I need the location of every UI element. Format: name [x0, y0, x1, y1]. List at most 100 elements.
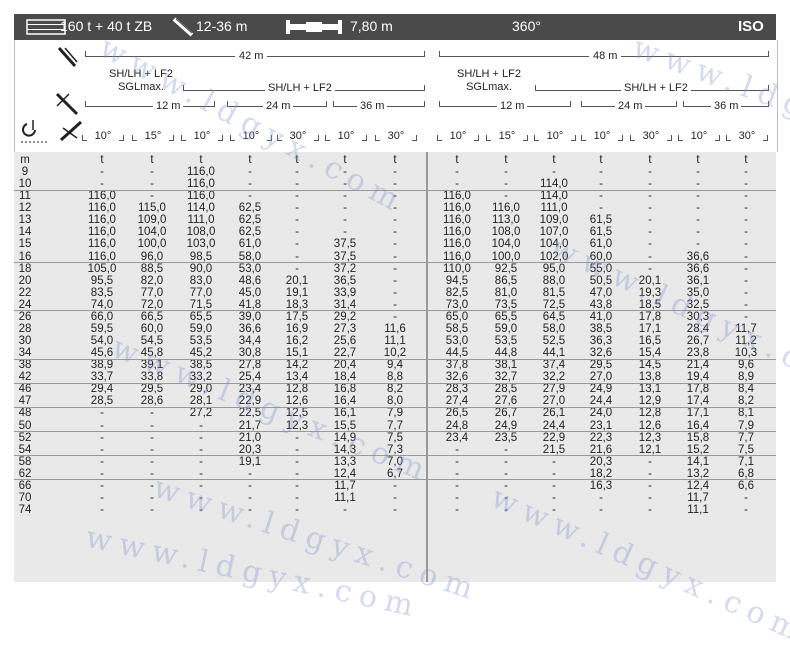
capacity-cell: 27,0 — [589, 371, 613, 384]
radius-cell: 42 — [18, 371, 32, 384]
capacity-cell: - — [393, 274, 397, 287]
table-row: 74- - - - - - - - - - - -11,1- — [14, 504, 776, 516]
capacity-cell: - — [100, 467, 104, 480]
boom-length-left: 42 m — [235, 50, 268, 62]
radius-cell: 18 — [18, 262, 32, 275]
capacity-cell: t — [504, 154, 508, 166]
table-row: 16 116,0 96,0 98,5 58,0-37,5-116,0 100,0 102,0… — [14, 251, 776, 263]
radius-cell: m — [20, 154, 30, 166]
radius-cell: 62 — [18, 467, 32, 480]
capacity-cell: 31,4 — [333, 298, 357, 311]
capacity-cell: 92,5 — [494, 262, 518, 275]
capacity-cell: 39,0 — [238, 310, 262, 323]
radius-cell: 26 — [18, 310, 32, 323]
capacity-cell: - — [455, 166, 459, 179]
radius-cell: 70 — [18, 491, 32, 504]
capacity-cell: - — [648, 190, 652, 203]
capacity-cell: 8,2 — [738, 395, 754, 408]
capacity-cell: - — [599, 166, 603, 179]
capacity-cell: - — [393, 250, 397, 263]
capacity-cell: 37,4 — [542, 359, 566, 372]
capacity-cell: 24,4 — [542, 419, 566, 432]
capacity-cell: 17,5 — [285, 310, 309, 323]
capacity-cell: 116,0 — [187, 166, 215, 179]
capacity-cell: 13,2 — [686, 467, 710, 480]
capacity-cell: 11,6 — [384, 322, 406, 335]
capacity-cell: - — [599, 491, 603, 504]
capacity-cell: 77,0 — [189, 286, 213, 299]
capacity-cell: - — [648, 250, 652, 263]
capacity-cell: 111,0 — [540, 202, 568, 215]
capacity-cell: 8,0 — [387, 395, 403, 408]
table-row: 70- - - - -11,1- - - - - -11,7- — [14, 492, 776, 504]
capacity-cell: 36,6 — [238, 322, 262, 335]
jib-range-label: 12-36 m — [196, 18, 248, 34]
capacity-cell: - — [150, 443, 154, 456]
capacity-cell: 37,5 — [333, 250, 357, 263]
capacity-cell: 116,0 — [88, 226, 116, 239]
capacity-cell: 7,7 — [387, 419, 403, 432]
capacity-cell: 16,3 — [589, 479, 613, 492]
capacity-cell: - — [393, 286, 397, 299]
capacity-cell: 28,6 — [140, 395, 164, 408]
radius-cell: 10 — [18, 178, 32, 191]
capacity-cell: - — [599, 504, 603, 517]
jib-right-2: 24 m — [615, 100, 646, 112]
capacity-cell: - — [744, 166, 748, 179]
capacity-cell: - — [393, 238, 397, 251]
radius-cell: 16 — [18, 250, 32, 263]
capacity-cell: - — [648, 178, 652, 191]
capacity-cell: - — [696, 214, 700, 227]
capacity-cell: 61,5 — [589, 214, 613, 227]
capacity-cell: 116,0 — [88, 214, 116, 227]
radius-cell: 34 — [18, 347, 32, 360]
capacity-cell: 64,5 — [542, 310, 566, 323]
capacity-cell: - — [295, 202, 299, 215]
capacity-cell: - — [504, 467, 508, 480]
capacity-cell: t — [248, 154, 252, 166]
capacity-cell: 24,9 — [589, 383, 613, 396]
capacity-cell: 10,2 — [383, 347, 407, 360]
capacity-cell: 20,3 — [238, 443, 262, 456]
capacity-cell: 22,3 — [589, 431, 613, 444]
capacity-cell: 28,3 — [445, 383, 469, 396]
radius-cell: 66 — [18, 479, 32, 492]
capacity-cell: - — [100, 178, 104, 191]
capacity-cell: 16,2 — [285, 335, 309, 348]
standard-label: ISO — [738, 18, 764, 35]
capacity-cell: 62,5 — [238, 226, 262, 239]
radius-cell: 13 — [18, 214, 32, 227]
capacity-cell: 108,0 — [491, 226, 521, 239]
capacity-cell: - — [393, 298, 397, 311]
capacity-cell: 100,0 — [137, 238, 167, 251]
group-divider — [426, 152, 428, 582]
capacity-cell: - — [100, 491, 104, 504]
capacity-cell: - — [648, 504, 652, 517]
capacity-cell: 41,8 — [238, 298, 262, 311]
table-row: 47 28,5 28,6 28,1 22,9 12,6 16,4 8,0 27,4 27,6 27,… — [14, 395, 776, 407]
capacity-cell: 12,4 — [333, 467, 357, 480]
capacity-cell: 25,6 — [333, 335, 357, 348]
row-separator — [14, 406, 776, 408]
capacity-cell: 66,0 — [90, 310, 114, 323]
capacity-cell: - — [744, 178, 748, 191]
capacity-cell: 7,9 — [738, 419, 754, 432]
capacity-cell: 59,0 — [494, 322, 518, 335]
offset-label: 30° — [731, 130, 763, 142]
capacity-cell: t — [199, 154, 203, 166]
capacity-cell: - — [648, 479, 652, 492]
capacity-cell: t — [455, 154, 459, 166]
radius-cell: 15 — [18, 238, 32, 251]
capacity-cell: 15,1 — [285, 347, 309, 360]
capacity-cell: 18,2 — [589, 467, 613, 480]
capacity-cell: 71,5 — [189, 298, 213, 311]
radius-cell: 74 — [18, 504, 32, 517]
capacity-cell: 12,8 — [638, 407, 662, 420]
capacity-cell: 103,0 — [186, 238, 216, 251]
capacity-cell: - — [648, 226, 652, 239]
capacity-cell: 20,1 — [285, 274, 309, 287]
capacity-cell: - — [648, 491, 652, 504]
table-row: 42 33,7 33,8 33,2 25,4 13,4 18,4 8,8 32,6 32,7 32,… — [14, 371, 776, 383]
capacity-cell: 105,0 — [87, 262, 117, 275]
radius-cell: 9 — [21, 166, 29, 179]
